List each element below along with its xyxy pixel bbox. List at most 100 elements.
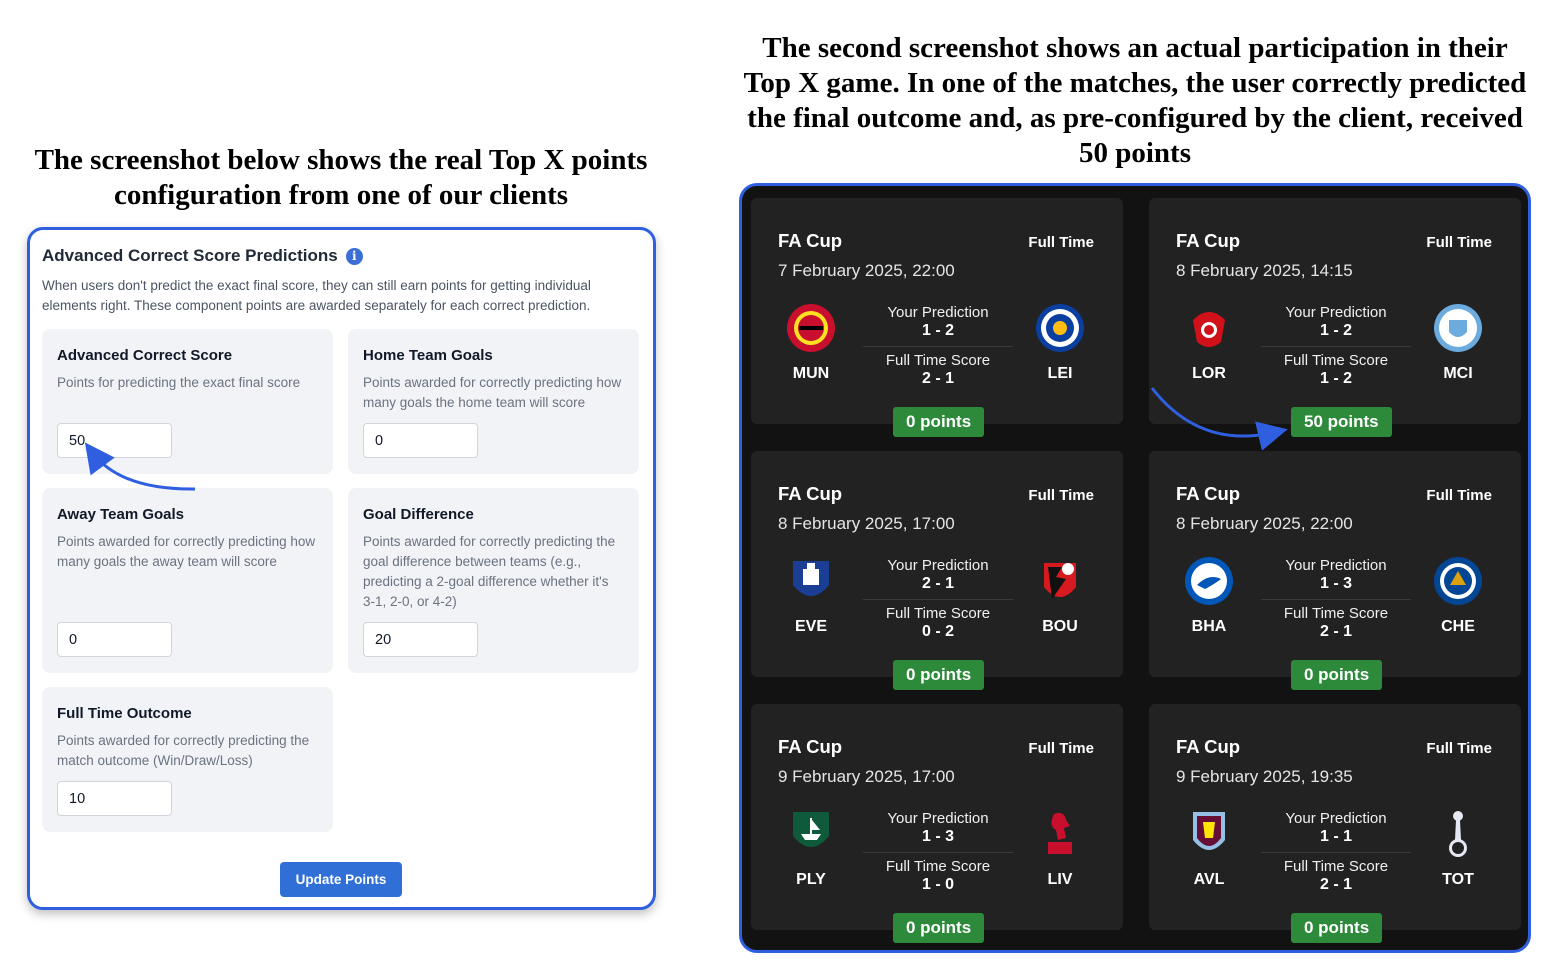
match-status: Full Time	[1426, 487, 1492, 504]
match-status: Full Time	[1028, 487, 1094, 504]
away-team-goals-input[interactable]	[57, 622, 172, 657]
points-badge: 0 points	[1291, 913, 1383, 943]
info-icon[interactable]: i	[345, 247, 363, 265]
field-title: Home Team Goals	[363, 347, 493, 364]
home-team: AVL	[1174, 808, 1244, 889]
field-description: Points awarded for correctly predicting …	[57, 534, 316, 569]
score-block: Your Prediction 1 - 2 Full Time Score 2 …	[863, 304, 1013, 388]
match-date: 9 February 2025, 19:35	[1176, 767, 1353, 786]
away-team: TOT	[1423, 808, 1493, 889]
goal-difference-input[interactable]	[363, 622, 478, 657]
prediction-label: Your Prediction	[1285, 557, 1387, 574]
match-card[interactable]: FA Cup Full Time 8 February 2025, 14:15 …	[1149, 198, 1521, 437]
away-team-abbr: LIV	[1047, 871, 1073, 888]
home-team-abbr: BHA	[1191, 618, 1227, 635]
full-time-label: Full Time Score	[1283, 352, 1389, 369]
score-block: Your Prediction 1 - 3 Full Time Score 1 …	[863, 810, 1013, 894]
bournemouth-crest-icon	[1044, 563, 1076, 599]
plymouth-crest-icon	[793, 812, 829, 847]
full-time-score: 2 - 1	[921, 370, 954, 387]
home-team-abbr: PLY	[796, 871, 826, 888]
competition-name: FA Cup	[778, 736, 843, 757]
home-team: LOR	[1174, 302, 1244, 383]
match-card[interactable]: FA Cup Full Time 8 February 2025, 17:00 …	[751, 451, 1123, 690]
field-description: Points for predicting the exact final sc…	[57, 375, 301, 390]
advanced-correct-score-input[interactable]	[57, 423, 172, 458]
prediction-label: Your Prediction	[887, 810, 989, 827]
away-team: MCI	[1423, 302, 1493, 383]
home-team-goals-input[interactable]	[363, 423, 478, 458]
tottenham-crest-icon	[1449, 811, 1467, 857]
score-block: Your Prediction 1 - 1 Full Time Score 2 …	[1261, 810, 1411, 894]
field-title: Goal Difference	[363, 506, 474, 523]
points-badge: 0 points	[893, 913, 985, 943]
match-status: Full Time	[1028, 740, 1094, 757]
prediction-score: 1 - 3	[1319, 575, 1352, 592]
field-title: Full Time Outcome	[57, 705, 192, 722]
home-team: MUN	[776, 302, 846, 383]
goal-difference-card: Goal Difference Points awarded for corre…	[348, 488, 639, 673]
full-time-outcome-input[interactable]	[57, 781, 172, 816]
points-badge: 0 points	[893, 660, 985, 690]
home-team: EVE	[776, 555, 846, 636]
full-time-score: 0 - 2	[921, 623, 954, 640]
aston-villa-crest-icon	[1193, 812, 1225, 850]
match-date: 8 February 2025, 14:15	[1176, 261, 1353, 280]
prediction-label: Your Prediction	[887, 557, 989, 574]
right-caption: The second screenshot shows an actual pa…	[743, 32, 1527, 169]
competition-name: FA Cup	[778, 230, 843, 251]
match-date: 7 February 2025, 22:00	[778, 261, 955, 280]
divider	[863, 852, 1013, 853]
prediction-label: Your Prediction	[887, 304, 989, 321]
full-time-outcome-card: Full Time Outcome Points awarded for cor…	[42, 687, 333, 832]
leyton-orient-crest-icon	[1193, 312, 1225, 347]
match-results-panel: FA Cup Full Time 7 February 2025, 22:00 …	[739, 183, 1531, 953]
leicester-crest-icon	[1036, 304, 1084, 352]
brighton-crest-icon	[1185, 557, 1233, 605]
competition-name: FA Cup	[1176, 230, 1241, 251]
full-time-score: 2 - 1	[1319, 876, 1352, 893]
away-team-abbr: CHE	[1441, 618, 1475, 635]
points-badge: 0 points	[1291, 660, 1383, 690]
match-card[interactable]: FA Cup Full Time 8 February 2025, 22:00 …	[1149, 451, 1521, 690]
man-utd-crest-icon	[787, 304, 835, 352]
match-date: 8 February 2025, 22:00	[1176, 514, 1353, 533]
divider	[1261, 599, 1411, 600]
competition-name: FA Cup	[1176, 483, 1241, 504]
left-caption: The screenshot below shows the real Top …	[34, 144, 648, 211]
field-description: Points awarded for correctly predicting …	[363, 534, 616, 609]
chelsea-crest-icon	[1434, 557, 1482, 605]
away-team: LIV	[1025, 808, 1095, 889]
home-team-abbr: AVL	[1193, 871, 1225, 888]
match-card[interactable]: FA Cup Full Time 7 February 2025, 22:00 …	[751, 198, 1123, 437]
full-time-label: Full Time Score	[885, 605, 991, 622]
prediction-score: 1 - 2	[921, 322, 954, 339]
prediction-label: Your Prediction	[1285, 810, 1387, 827]
away-team: BOU	[1025, 555, 1095, 636]
match-card[interactable]: FA Cup Full Time 9 February 2025, 17:00 …	[751, 704, 1123, 943]
prediction-score: 1 - 2	[1319, 322, 1352, 339]
home-team-abbr: MUN	[792, 365, 830, 382]
home-team-abbr: EVE	[794, 618, 827, 635]
full-time-score: 2 - 1	[1319, 623, 1352, 640]
update-points-button[interactable]: Update Points	[280, 862, 402, 897]
away-team: CHE	[1423, 555, 1493, 636]
panel-description: When users don't predict the exact final…	[42, 278, 591, 313]
match-card[interactable]: FA Cup Full Time 9 February 2025, 19:35 …	[1149, 704, 1521, 943]
away-team-abbr: BOU	[1042, 618, 1078, 635]
home-team-abbr: LOR	[1192, 365, 1226, 382]
prediction-score: 2 - 1	[921, 575, 954, 592]
competition-name: FA Cup	[1176, 736, 1241, 757]
away-team-abbr: LEI	[1047, 365, 1073, 382]
field-description: Points awarded for correctly predicting …	[57, 733, 310, 768]
field-title: Away Team Goals	[57, 506, 185, 523]
divider	[863, 346, 1013, 347]
divider	[1261, 346, 1411, 347]
liverpool-crest-icon	[1048, 812, 1072, 854]
prediction-label: Your Prediction	[1285, 304, 1387, 321]
score-block: Your Prediction 1 - 2 Full Time Score 1 …	[1261, 304, 1411, 388]
match-status: Full Time	[1426, 740, 1492, 757]
points-config-panel: Advanced Correct Score Predictions i Whe…	[27, 227, 656, 910]
score-block: Your Prediction 1 - 3 Full Time Score 2 …	[1261, 557, 1411, 641]
field-description: Points awarded for correctly predicting …	[363, 375, 622, 410]
